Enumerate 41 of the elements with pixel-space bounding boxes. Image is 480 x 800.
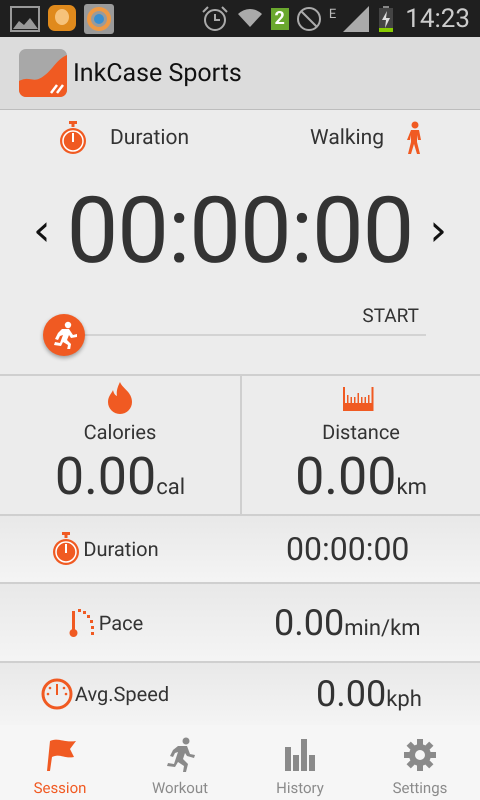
flame-icon xyxy=(107,382,133,414)
metric-label: Avg.Speed xyxy=(74,682,170,706)
stat-value: 0.00 xyxy=(295,446,396,507)
previous-button[interactable]: ‹ xyxy=(26,209,57,253)
start-label: START xyxy=(362,304,419,327)
app-title: InkCase Sports xyxy=(73,58,242,88)
stat-label: Calories xyxy=(84,420,156,444)
blocked-icon xyxy=(296,6,322,32)
mode-label[interactable]: Duration xyxy=(110,126,190,150)
stat-label: Distance xyxy=(322,420,400,444)
metric-value: 0.00 xyxy=(316,673,386,715)
sim-badge: 2 xyxy=(270,8,289,30)
walking-person-icon xyxy=(406,121,424,155)
unit-label: cal xyxy=(156,475,186,500)
gallery-icon xyxy=(10,6,40,32)
gear-icon xyxy=(402,737,438,773)
clock-time: 14:23 xyxy=(405,4,470,34)
stopwatch-icon xyxy=(58,121,88,155)
metric-label: Duration xyxy=(83,537,159,561)
timer-display: 00:00:00 xyxy=(66,178,414,284)
app-icon xyxy=(84,4,114,34)
next-button[interactable]: › xyxy=(423,209,453,253)
activity-label[interactable]: Walking xyxy=(310,126,384,150)
speedometer-icon xyxy=(40,678,73,710)
stopwatch-icon xyxy=(51,532,82,566)
network-type-label: E xyxy=(328,6,336,22)
alarm-clock-icon xyxy=(200,4,229,32)
pace-gauge-icon xyxy=(66,606,97,638)
unit-label: km xyxy=(396,475,427,500)
app-logo-icon xyxy=(19,49,67,97)
chat-bubble-icon xyxy=(47,4,77,34)
slider-thumb[interactable] xyxy=(43,314,85,356)
unit-label: kph xyxy=(386,687,422,712)
metric-value: 00:00:00 xyxy=(286,530,410,568)
unit-label: min/km xyxy=(344,616,421,640)
signal-icon xyxy=(343,6,372,32)
battery-icon xyxy=(378,6,394,32)
metric-label: Pace xyxy=(98,610,144,634)
stat-value: 0.00 xyxy=(54,446,156,507)
metric-value: 0.00 xyxy=(274,602,344,644)
bars-icon xyxy=(282,737,318,773)
